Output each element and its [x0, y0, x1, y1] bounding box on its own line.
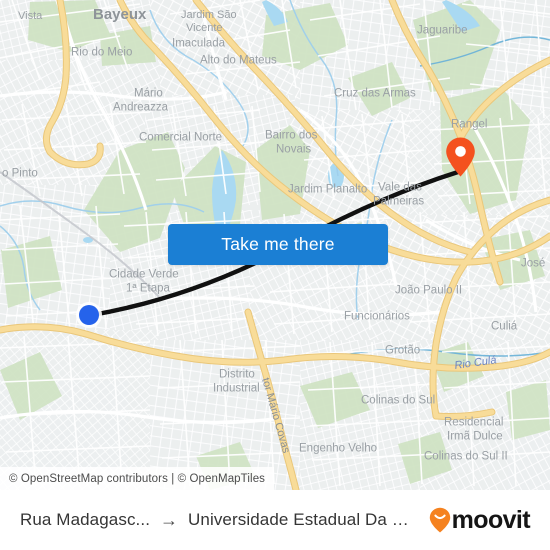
take-me-there-button[interactable]: Take me there — [168, 224, 388, 265]
place-label-21: 1ª Etapa — [126, 283, 171, 295]
place-label-7: Jaguaribe — [417, 25, 468, 37]
place-label-32: Colinas do Sul II — [424, 451, 508, 463]
place-label-14: Novais — [276, 144, 311, 156]
place-label-28: Colinas do Sul — [361, 395, 435, 407]
route-origin-label: Rua Madagasc... — [20, 510, 151, 529]
route-summary[interactable]: Rua Madagasc... → Universidade Estadual … — [20, 510, 419, 530]
map-attribution[interactable]: © OpenStreetMap contributors | © OpenMap… — [0, 467, 275, 490]
place-label-24: Culiá — [491, 321, 518, 333]
place-label-27: Industrial — [213, 383, 260, 395]
map-attribution-text: © OpenStreetMap contributors | © OpenMap… — [9, 472, 266, 485]
place-label-4: Imaculada — [172, 38, 226, 50]
moovit-logo[interactable]: moovit — [429, 505, 531, 534]
place-label-25: Grotão — [385, 345, 420, 357]
place-label-1: Vista — [18, 10, 43, 22]
route-footer-bar: Rua Madagasc... → Universidade Estadual … — [0, 490, 550, 550]
place-label-16: Jardim Planalto — [288, 184, 367, 196]
place-label-9: Andreazza — [113, 102, 169, 114]
place-label-31: Engenho Velho — [299, 443, 377, 455]
place-label-15: o Pinto — [2, 168, 38, 180]
place-label-18: Palmeiras — [373, 196, 424, 208]
place-label-30: Irmã Dulce — [447, 431, 503, 443]
moovit-pin-icon — [429, 507, 450, 533]
place-label-19: José — [521, 258, 545, 270]
place-label-10: Cruz das Armas — [334, 88, 416, 100]
moovit-route-screen: Bayeux Vista Jardim São Vicente Imaculada Rio… — [0, 0, 550, 550]
route-destination-label: Universidade Estadual Da Paraíb... — [188, 510, 419, 529]
place-label-2: Jardim São — [181, 9, 237, 21]
map-viewport[interactable]: Bayeux Vista Jardim São Vicente Imaculada Rio… — [0, 0, 550, 490]
moovit-wordmark: moovit — [451, 505, 531, 534]
place-label-12: Comercial Norte — [139, 132, 222, 144]
place-label-23: Funcionários — [344, 311, 410, 323]
arrow-right-icon: → — [160, 510, 179, 530]
destination-marker-icon[interactable] — [444, 136, 477, 178]
place-label-17: Vale das — [378, 182, 422, 194]
place-label-6: Alto do Mateus — [200, 55, 277, 67]
place-label-29: Residencial — [444, 417, 503, 429]
place-label-13: Bairro dos — [265, 130, 318, 142]
place-label-3: Vicente — [186, 22, 223, 34]
place-label-20: Cidade Verde — [109, 269, 179, 281]
place-label-11: Rangel — [451, 119, 487, 131]
place-label-5: Rio do Meio — [71, 47, 132, 59]
origin-marker-icon[interactable] — [75, 301, 103, 329]
place-label-26: Distrito — [219, 369, 255, 381]
place-label-0: Bayeux — [93, 6, 147, 23]
place-label-8: Mário — [134, 88, 163, 100]
place-label-22: João Paulo II — [395, 285, 462, 297]
